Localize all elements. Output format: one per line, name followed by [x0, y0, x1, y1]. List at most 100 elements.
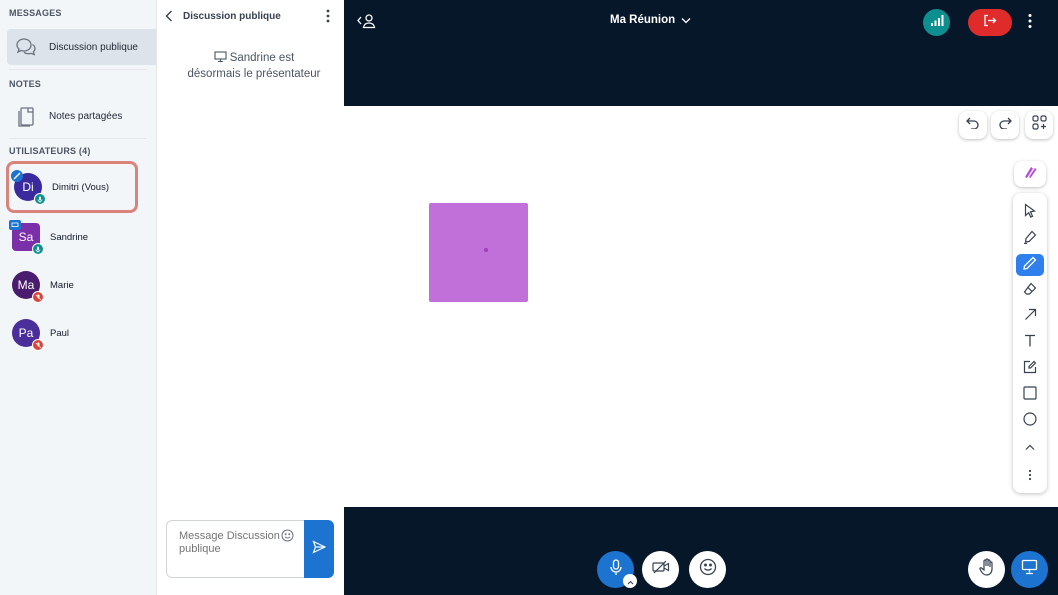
connection-status-button[interactable] — [923, 9, 950, 36]
more-shapes-toggle[interactable] — [1016, 436, 1044, 458]
sidebar-item-shared-notes[interactable]: Notes partagées — [7, 98, 156, 134]
chevron-up-icon — [1025, 438, 1035, 456]
undo-icon — [966, 116, 980, 134]
reactions-button[interactable] — [689, 551, 726, 588]
ellipse-icon — [1023, 411, 1037, 431]
chat-header: Discussion publique — [157, 0, 344, 32]
redo-icon — [998, 116, 1012, 134]
pen-icon — [1023, 256, 1037, 275]
presenter-icon — [9, 220, 21, 230]
user-list-item[interactable]: Pa Paul — [7, 310, 137, 356]
chevron-down-icon — [681, 17, 691, 24]
leave-meeting-button[interactable] — [968, 9, 1012, 36]
avatar: Sa — [9, 220, 44, 255]
avatar-initials: Sa — [18, 230, 34, 244]
avatar-initials: Ma — [17, 278, 35, 292]
logout-icon — [983, 14, 997, 32]
whiteboard-canvas[interactable] — [344, 106, 1058, 507]
top-navbar: Ma Réunion — [344, 0, 1058, 106]
select-tool[interactable] — [1016, 202, 1044, 224]
send-message-button[interactable] — [304, 520, 334, 578]
microphone-icon — [609, 558, 622, 581]
mic-muted-icon — [32, 291, 44, 303]
eraser-icon — [1023, 282, 1037, 300]
action-bar — [344, 507, 1058, 595]
avatar: Ma — [12, 271, 44, 303]
user-name: Dimitri (Vous) — [52, 181, 110, 193]
more-tools-button[interactable] — [1016, 466, 1044, 488]
color-style-icon — [1022, 165, 1038, 184]
messages-section-title: MESSAGES — [9, 8, 62, 18]
text-icon — [1024, 334, 1036, 352]
send-icon — [312, 539, 327, 559]
system-message-text: Sandrine est désormais le présentateur — [187, 52, 321, 80]
user-name: Sandrine — [50, 231, 89, 243]
redo-button[interactable] — [991, 111, 1019, 139]
mic-muted-icon — [32, 339, 44, 351]
sidebar-item-label: Notes partagées — [49, 110, 123, 122]
pencil-icon — [1023, 230, 1037, 249]
users-section-title: UTILISATEURS (4) — [9, 146, 91, 156]
raise-hand-button[interactable] — [968, 551, 1005, 588]
toggle-user-list-icon[interactable] — [356, 10, 378, 32]
sidebar-item-label: Discussion publique — [49, 41, 138, 53]
notes-icon — [13, 103, 39, 129]
rectangle-tool[interactable] — [1016, 384, 1044, 406]
chat-options-icon[interactable] — [326, 9, 330, 28]
undo-button[interactable] — [959, 111, 987, 139]
chat-panel: Discussion publique Sandrine est désorma… — [157, 0, 344, 595]
sidebar-item-public-chat[interactable]: Discussion publique — [7, 29, 156, 65]
signal-bars-icon — [930, 14, 944, 32]
mic-on-icon — [34, 193, 46, 205]
emoji-icon — [699, 558, 717, 581]
avatar-initials: Pa — [18, 326, 34, 340]
camera-off-icon — [651, 560, 670, 579]
pencil-tool[interactable] — [1016, 228, 1044, 250]
chat-composer — [166, 520, 334, 578]
user-name: Paul — [50, 327, 70, 339]
mic-on-icon — [32, 243, 44, 255]
notes-section-title: NOTES — [9, 79, 42, 89]
avatar: Pa — [12, 319, 44, 351]
presentation-icon — [214, 51, 227, 67]
user-list-sidebar: MESSAGES Discussion publique NOTES Notes… — [0, 0, 157, 595]
chat-system-message: Sandrine est désormais le présentateur — [187, 51, 321, 82]
hand-icon — [978, 558, 995, 581]
eraser-tool[interactable] — [1016, 280, 1044, 302]
whiteboard-dot — [484, 248, 488, 252]
note-tool[interactable] — [1016, 358, 1044, 380]
user-list-item-self[interactable]: Di Dimitri (Vous) — [6, 161, 138, 213]
style-panel-button[interactable] — [1014, 161, 1046, 187]
select-icon — [1024, 203, 1036, 223]
drawing-toolbar — [1013, 193, 1047, 493]
options-menu-icon[interactable] — [1028, 13, 1032, 34]
emoji-icon[interactable] — [281, 529, 294, 547]
rectangle-icon — [1023, 385, 1037, 405]
chevron-up-icon — [627, 572, 634, 590]
avatar-initials: Di — [22, 180, 34, 194]
user-list-item[interactable]: Sa Sandrine — [7, 214, 137, 260]
divider — [9, 138, 147, 139]
meeting-title: Ma Réunion — [610, 14, 676, 26]
user-name: Marie — [50, 279, 74, 291]
presentation-icon — [1021, 559, 1038, 580]
avatar: Di — [11, 170, 46, 205]
chevron-left-icon[interactable] — [165, 9, 177, 23]
arrow-icon — [1024, 308, 1037, 326]
more-icon — [1028, 468, 1032, 486]
divider — [9, 69, 147, 70]
whiteboard-rectangle-shape[interactable] — [429, 203, 528, 302]
arrow-tool[interactable] — [1016, 306, 1044, 328]
meeting-title-dropdown[interactable]: Ma Réunion — [610, 14, 691, 26]
text-tool[interactable] — [1016, 332, 1044, 354]
share-webcam-button[interactable] — [642, 551, 679, 588]
note-icon — [1023, 360, 1037, 379]
presentation-button[interactable] — [1011, 551, 1048, 588]
pen-tool[interactable] — [1016, 254, 1044, 276]
user-list-item[interactable]: Ma Marie — [7, 262, 137, 308]
ellipse-tool[interactable] — [1016, 410, 1044, 432]
whiteboard-menu-button[interactable] — [1025, 111, 1053, 139]
audio-options-button[interactable] — [623, 574, 637, 588]
chat-icon — [13, 34, 39, 60]
chat-title[interactable]: Discussion publique — [183, 11, 281, 22]
